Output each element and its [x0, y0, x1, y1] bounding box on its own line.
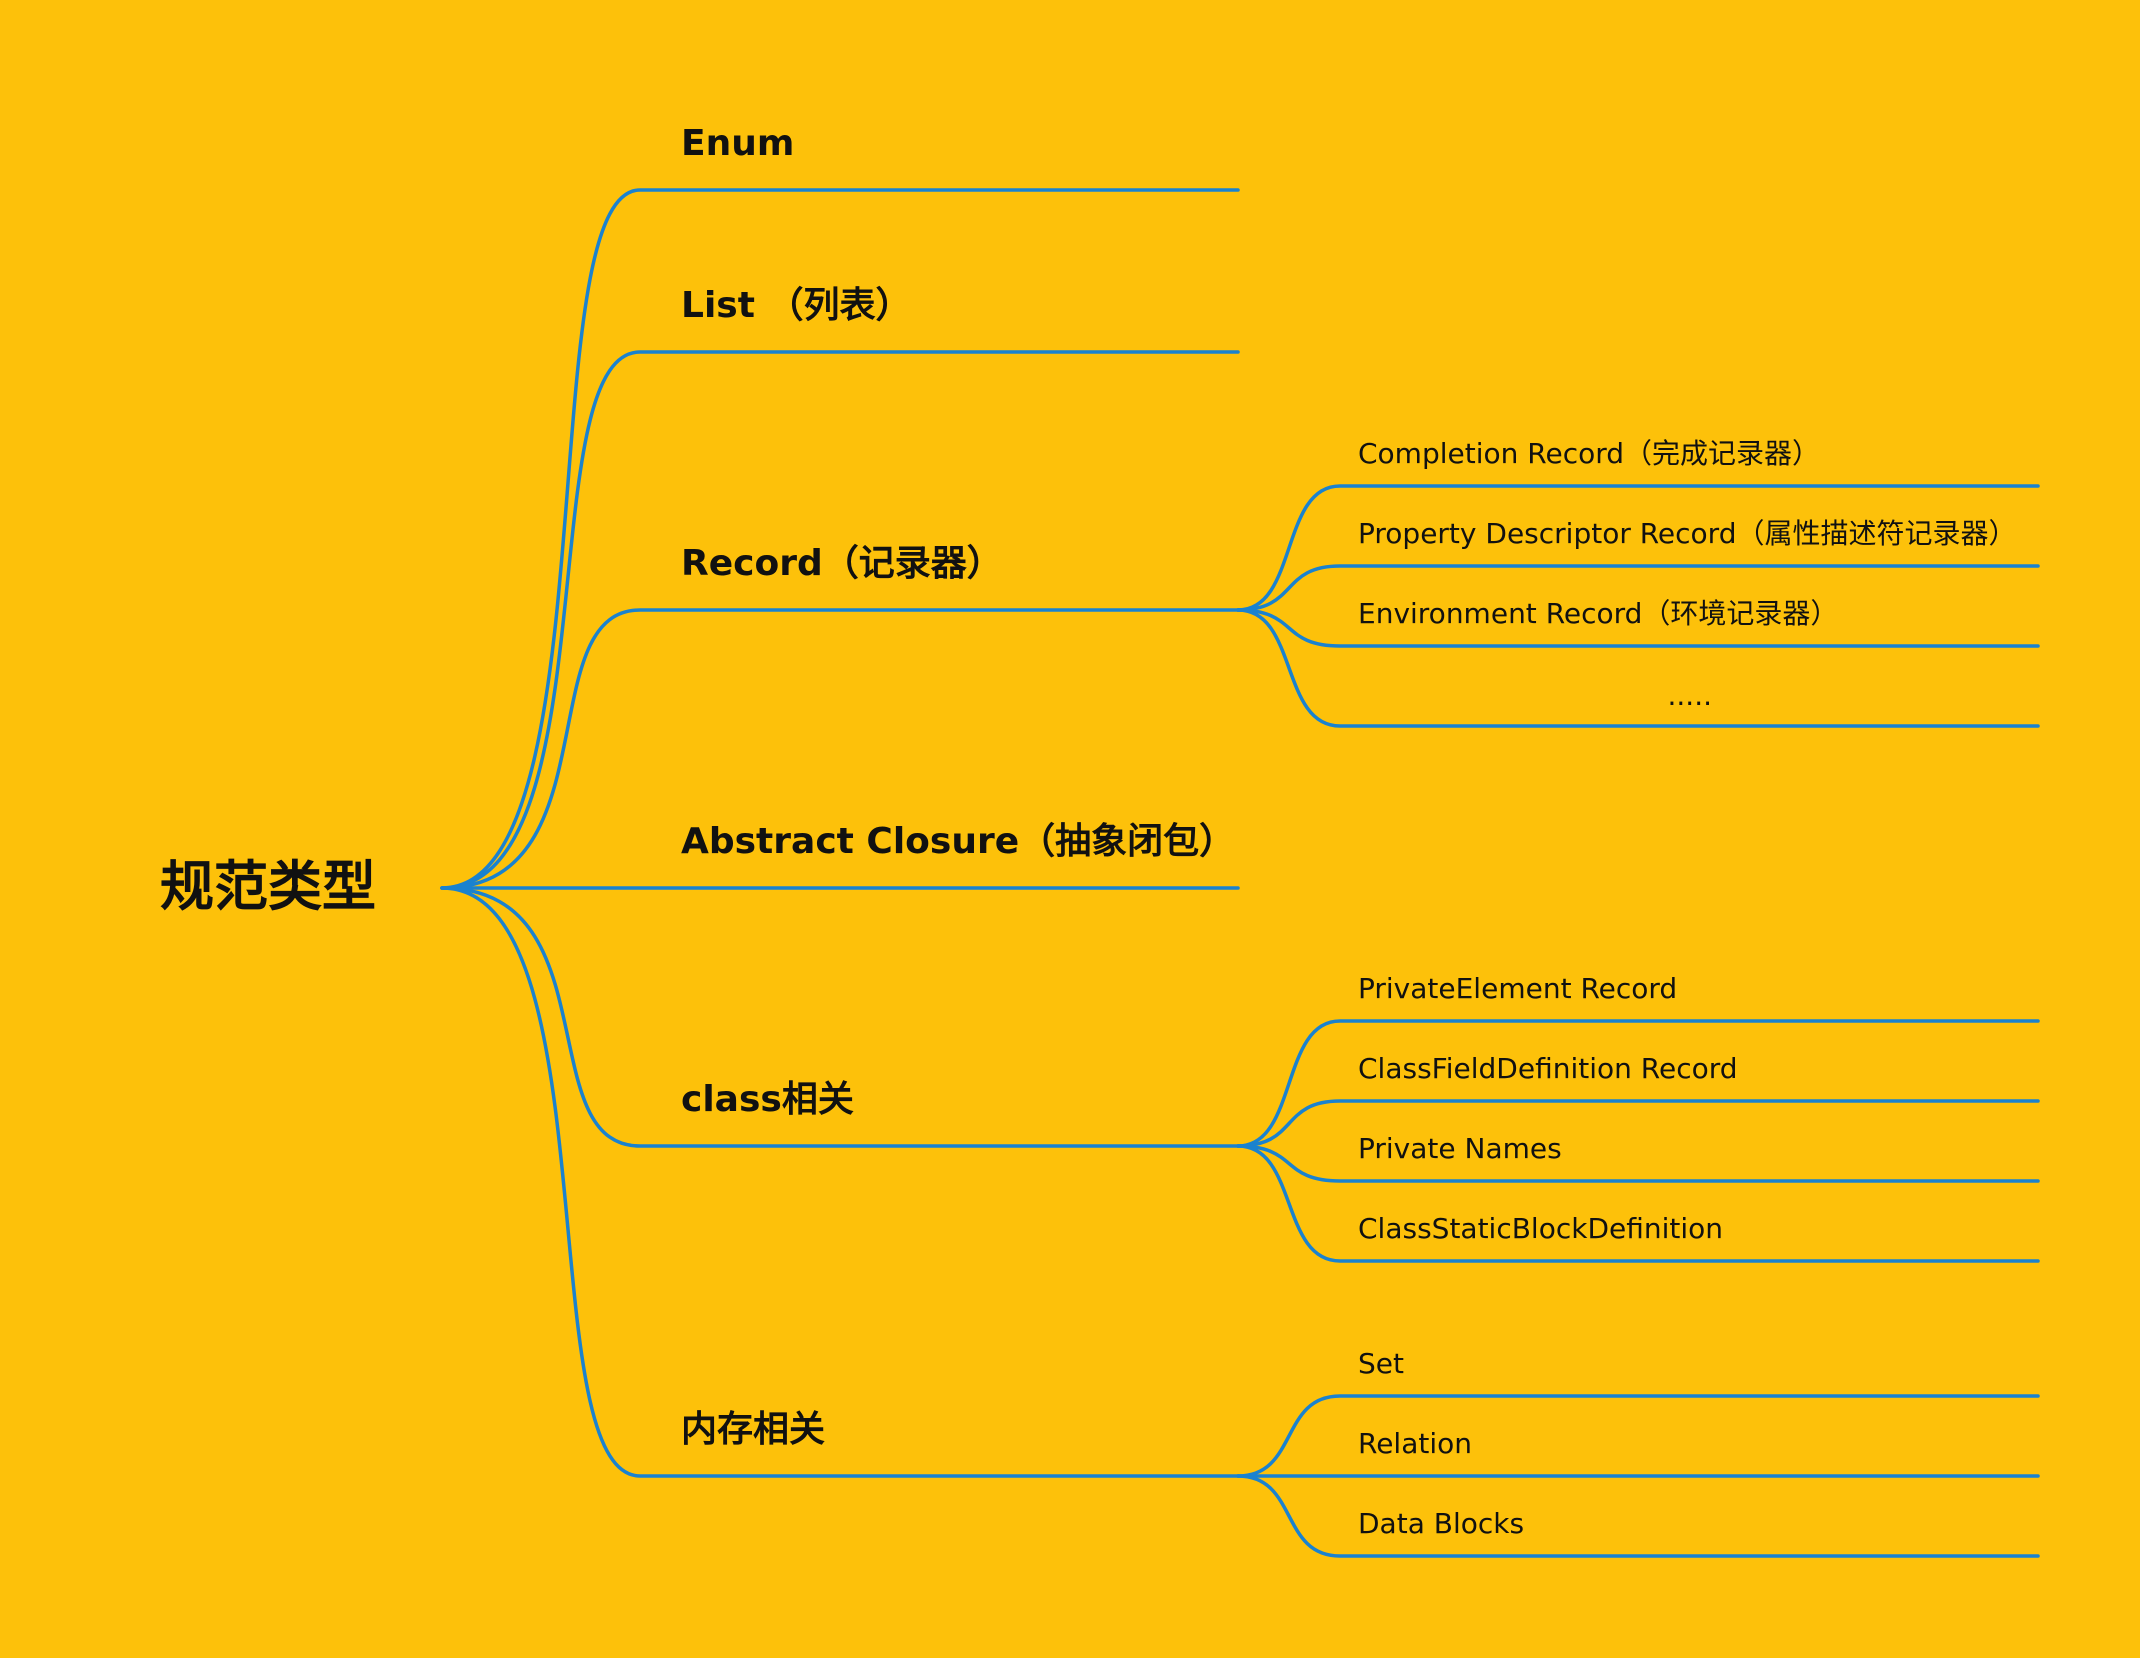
- branch-record: Record（记录器）: [681, 542, 1003, 584]
- record-child-property-descriptor: Property Descriptor Record（属性描述符记录器）: [1358, 517, 2017, 551]
- branch-class: class相关: [681, 1078, 854, 1120]
- branch-abstract-closure: Abstract Closure（抽象闭包）: [681, 820, 1236, 862]
- class-child-class-field-definition: ClassFieldDefinition Record: [1358, 1052, 1738, 1086]
- memory-child-set: Set: [1358, 1347, 1404, 1381]
- branch-enum: Enum: [681, 122, 795, 164]
- record-child-ellipsis: .....: [1667, 679, 1713, 713]
- memory-child-data-blocks: Data Blocks: [1358, 1507, 1525, 1541]
- class-child-private-names: Private Names: [1358, 1132, 1562, 1166]
- connector-list: [440, 350, 1240, 890]
- mindmap-canvas: 规范类型 Enum List （列表） Record（记录器） Abstract…: [0, 0, 2140, 1658]
- record-child-environment: Environment Record（环境记录器）: [1358, 597, 1839, 631]
- class-child-private-element: PrivateElement Record: [1358, 972, 1678, 1006]
- root-topic: 规范类型: [160, 854, 376, 918]
- record-child-completion: Completion Record（完成记录器）: [1358, 437, 1821, 471]
- branch-memory: 内存相关: [681, 1408, 826, 1450]
- connector-memory: [440, 886, 1240, 1478]
- branch-list: List （列表）: [681, 284, 912, 326]
- class-child-static-block: ClassStaticBlockDefinition: [1358, 1212, 1724, 1246]
- memory-child-relation: Relation: [1358, 1427, 1472, 1461]
